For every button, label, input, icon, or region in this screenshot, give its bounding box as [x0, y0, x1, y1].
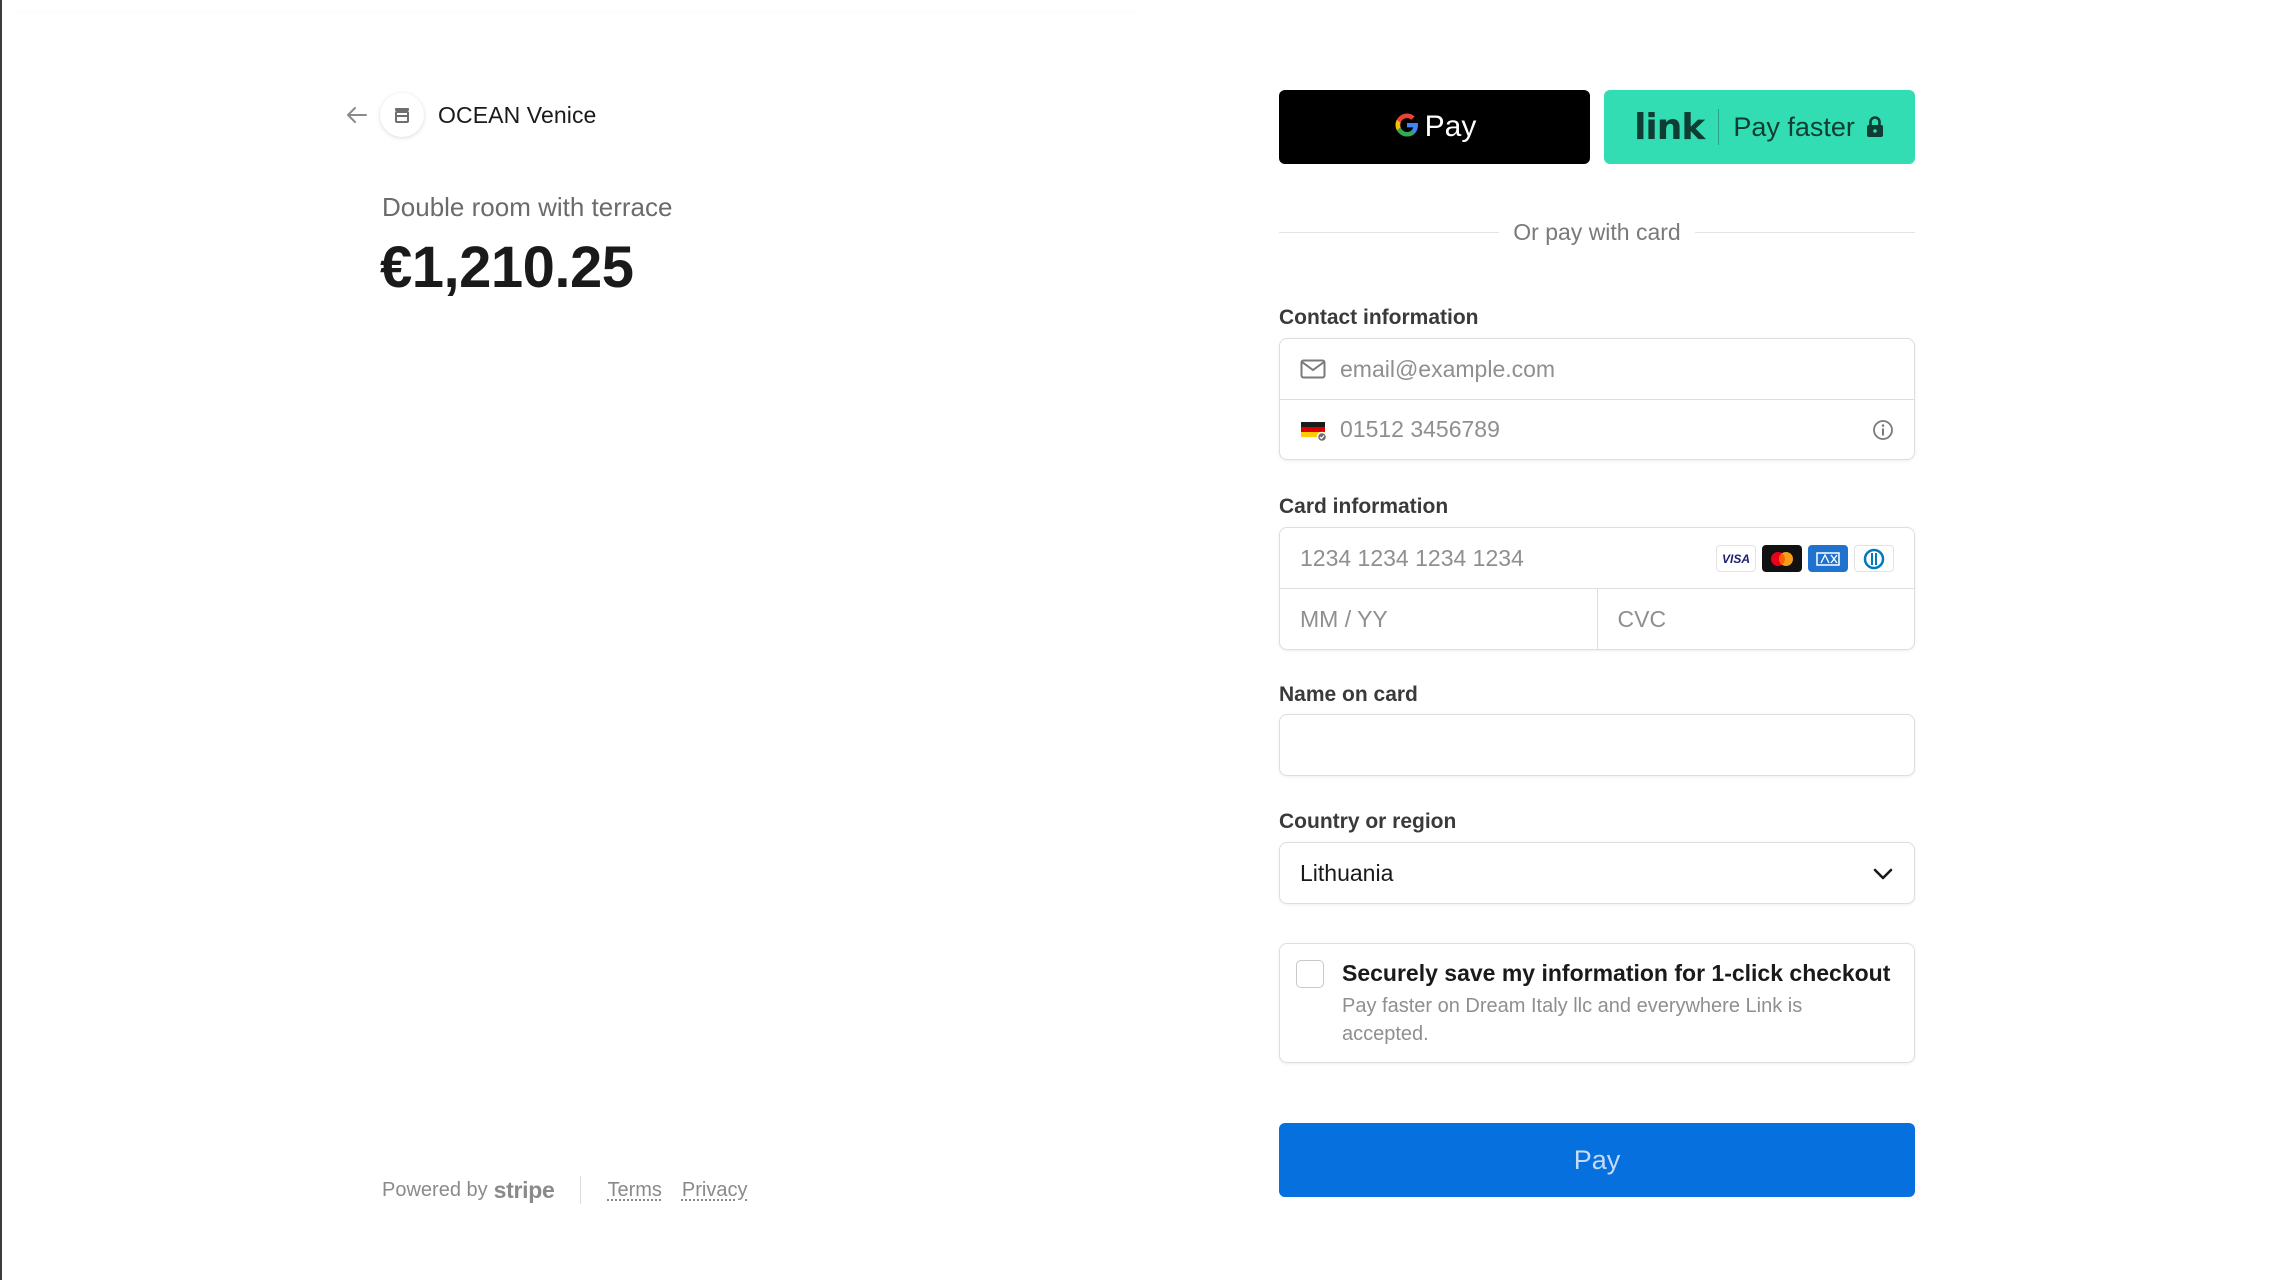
card-info-label: Card information	[1279, 495, 1449, 518]
merchant-header: OCEAN Venice	[342, 93, 596, 137]
google-g-icon	[1393, 111, 1421, 144]
email-field[interactable]: email@example.com	[1280, 339, 1914, 399]
privacy-link[interactable]: Privacy	[682, 1179, 748, 1202]
stripe-logo[interactable]: stripe	[494, 1177, 555, 1204]
email-placeholder: email@example.com	[1340, 355, 1556, 382]
info-icon[interactable]	[1872, 419, 1894, 447]
storefront-icon	[380, 93, 424, 137]
or-divider-line-left	[1279, 231, 1500, 233]
chevron-down-icon	[1872, 860, 1894, 887]
or-divider-line-right	[1694, 231, 1916, 233]
country-label: Country or region	[1279, 810, 1457, 833]
envelope-icon	[1300, 359, 1328, 379]
name-on-card-input[interactable]	[1279, 714, 1915, 776]
expiry-placeholder: MM / YY	[1300, 605, 1388, 632]
card-number-field[interactable]: 1234 1234 1234 1234 VISA	[1280, 528, 1914, 588]
save-info-title[interactable]: Securely save my information for 1-click…	[1342, 958, 1894, 988]
google-pay-label: Pay	[1424, 110, 1477, 143]
name-on-card-label: Name on card	[1279, 683, 1418, 706]
phone-placeholder: 01512 3456789	[1340, 416, 1500, 442]
powered-by-text: Powered by	[382, 1178, 488, 1201]
save-info-box: Securely save my information for 1-click…	[1279, 943, 1915, 1063]
payment-pane: Pay link Pay faster Or pay with card Con…	[1143, 0, 2269, 1280]
link-pay-faster-label: Pay faster	[1733, 111, 1855, 142]
link-separator	[1718, 109, 1720, 145]
order-summary-pane: OCEAN Venice Double room with terrace €1…	[2, 14, 1143, 1280]
country-select[interactable]: Lithuania	[1279, 842, 1915, 904]
or-divider-text: Or pay with card	[1513, 218, 1681, 245]
arrow-left-icon[interactable]	[342, 100, 372, 130]
amex-icon	[1808, 545, 1848, 572]
or-divider: Or pay with card	[1279, 215, 1916, 249]
germany-flag-icon[interactable]	[1300, 418, 1328, 442]
product-price: €1,210.25	[380, 235, 634, 300]
google-pay-button[interactable]: Pay	[1279, 90, 1590, 164]
link-pay-button[interactable]: link Pay faster	[1604, 90, 1915, 164]
save-info-text: Securely save my information for 1-click…	[1342, 958, 1894, 1062]
footer-divider	[580, 1176, 582, 1204]
link-logo: link	[1634, 106, 1705, 148]
merchant-name[interactable]: OCEAN Venice	[438, 102, 596, 129]
pay-button[interactable]: Pay	[1279, 1123, 1915, 1197]
card-expiry-cvc-row: MM / YY CVC	[1280, 588, 1914, 649]
visa-text: VISA	[1721, 551, 1750, 566]
pay-button-label: Pay	[1573, 1144, 1621, 1175]
mastercard-icon	[1762, 545, 1802, 572]
visa-icon: VISA	[1716, 545, 1756, 572]
card-number-placeholder: 1234 1234 1234 1234	[1300, 544, 1524, 571]
country-selected: Lithuania	[1300, 859, 1394, 886]
save-info-checkbox[interactable]	[1296, 960, 1324, 988]
terms-link[interactable]: Terms	[607, 1179, 661, 1202]
phone-field[interactable]: 01512 3456789	[1280, 399, 1914, 459]
contact-info-label: Contact information	[1279, 306, 1479, 329]
contact-fields: email@example.com 01512 3456789	[1279, 338, 1915, 460]
footer: Powered by stripe Terms Privacy	[382, 1176, 768, 1204]
diners-icon	[1854, 545, 1894, 572]
lock-icon	[1865, 116, 1885, 138]
cvc-placeholder: CVC	[1617, 605, 1667, 632]
expiry-field[interactable]: MM / YY	[1280, 589, 1597, 649]
product-name: Double room with terrace	[382, 192, 673, 222]
cvc-field[interactable]: CVC	[1596, 589, 1915, 649]
card-fields: 1234 1234 1234 1234 VISA MM / YY CVC	[1279, 527, 1915, 650]
card-brands: VISA	[1716, 545, 1894, 572]
save-info-description: Pay faster on Dream Italy llc and everyw…	[1342, 995, 1803, 1045]
wallet-buttons: Pay link Pay faster	[1279, 90, 1915, 164]
